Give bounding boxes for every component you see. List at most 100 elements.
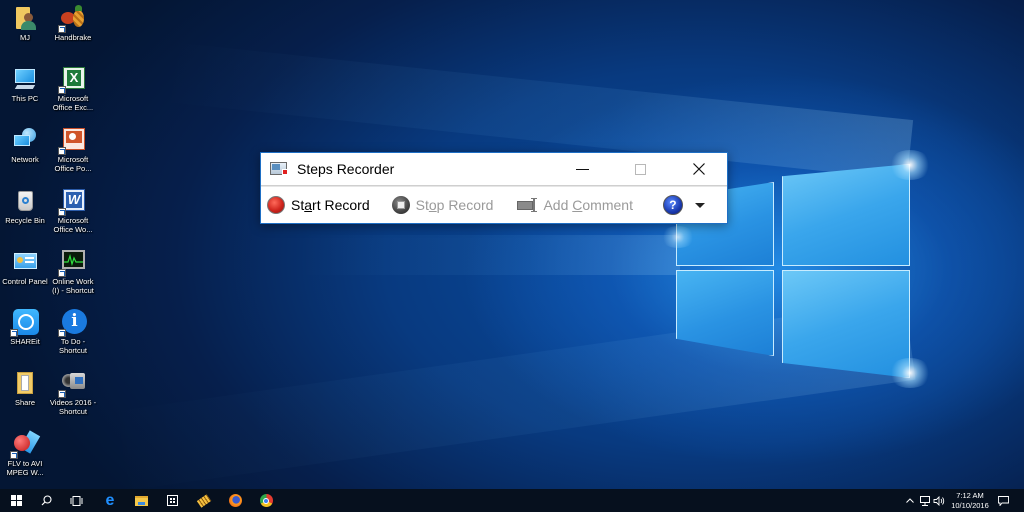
monitor-graph-icon: [58, 249, 86, 277]
excel-icon: X: [58, 66, 86, 94]
media-app-icon: [196, 493, 212, 508]
minimize-button[interactable]: [553, 153, 611, 185]
edge-button[interactable]: e: [94, 489, 126, 512]
start-record-label: Start Record: [291, 197, 370, 213]
chrome-icon: [259, 494, 273, 507]
desktop-icon-label: Share: [14, 398, 35, 407]
help-button[interactable]: ?: [662, 195, 683, 215]
record-icon: [267, 196, 285, 214]
file-explorer-button[interactable]: [125, 489, 157, 512]
clock[interactable]: 7:12 AM 10/10/2016: [946, 491, 994, 510]
title-bar[interactable]: Steps Recorder: [261, 153, 727, 186]
notifications-icon: [998, 495, 1009, 506]
desktop-icon-label: Network: [11, 155, 39, 164]
desktop-icon-share[interactable]: Share: [0, 370, 50, 408]
comment-icon: [517, 197, 539, 213]
folder-icon: [12, 370, 38, 396]
desktop-icon-label: Recycle Bin: [5, 216, 45, 225]
desktop: MJ This PC Network Recycle Bin Control P…: [0, 0, 1024, 489]
desktop-icon-label: To Do - Shortcut: [59, 337, 87, 355]
firefox-button[interactable]: [219, 489, 251, 512]
steps-recorder-window: Steps Recorder Start Record Stop Record: [260, 152, 728, 224]
desktop-icon-word[interactable]: W Microsoft Office Wo...: [48, 188, 98, 234]
steps-recorder-app-icon: [270, 161, 290, 177]
desktop-icon-powerpoint[interactable]: Microsoft Office Po...: [48, 127, 98, 173]
desktop-icon-label: MJ: [20, 33, 30, 42]
shareit-icon: [10, 309, 39, 337]
network-icon: [12, 127, 38, 153]
desktop-icon-label: This PC: [11, 94, 39, 103]
desktop-icon-label: Microsoft Office Exc...: [52, 94, 94, 112]
stop-record-label: Stop Record: [415, 197, 494, 213]
desktop-icon-label: Microsoft Office Wo...: [53, 216, 93, 234]
add-comment-button[interactable]: Add Comment: [513, 192, 637, 218]
volume-icon: [933, 495, 945, 506]
start-button[interactable]: [0, 489, 32, 512]
settings-dropdown-button[interactable]: [693, 195, 707, 215]
desktop-icon-label: Handbrake: [54, 33, 92, 42]
desktop-icon-recycle-bin[interactable]: Recycle Bin: [0, 188, 50, 226]
show-hidden-icons-button[interactable]: [906, 489, 914, 512]
add-comment-label: Add Comment: [543, 197, 633, 213]
desktop-icon-label: Online Work (I) - Shortcut: [52, 277, 94, 295]
camcorder-icon: [58, 370, 86, 398]
video-converter-icon: [10, 430, 41, 459]
logo-pane-bottom-right: [782, 270, 910, 378]
maximize-button[interactable]: [611, 153, 669, 185]
stop-icon: [391, 196, 410, 214]
window-title: Steps Recorder: [297, 161, 395, 177]
clock-date: 10/10/2016: [951, 500, 989, 510]
network-tray-button[interactable]: [919, 489, 931, 512]
desktop-icon-label: SHAREit: [10, 337, 40, 346]
desktop-icon-mj[interactable]: MJ: [0, 5, 50, 43]
desktop-icon-label: Microsoft Office Po...: [54, 155, 92, 173]
close-icon: [693, 163, 705, 175]
desktop-icon-handbrake[interactable]: Handbrake: [48, 5, 98, 43]
task-view-button[interactable]: [60, 489, 92, 512]
logo-glow: [888, 358, 932, 388]
chrome-button[interactable]: [250, 489, 282, 512]
handbrake-icon: [58, 5, 86, 33]
media-app-button[interactable]: [188, 489, 220, 512]
chevron-up-icon: [906, 498, 914, 503]
volume-tray-button[interactable]: [933, 489, 945, 512]
stop-record-button[interactable]: Stop Record: [388, 192, 498, 218]
desktop-icon-control-panel[interactable]: Control Panel: [0, 249, 50, 287]
desktop-icon-shareit[interactable]: SHAREit: [0, 309, 50, 347]
minimize-icon: [575, 168, 589, 170]
store-icon: [166, 495, 178, 506]
logo-pane-top-right: [782, 164, 910, 266]
wallpaper-beam: [300, 235, 680, 275]
clock-time: 7:12 AM: [956, 491, 984, 500]
computer-icon: [12, 66, 38, 92]
word-icon: W: [58, 188, 86, 216]
firefox-icon: [228, 494, 242, 507]
desktop-icon-label: FLV to AVI MPEG W...: [6, 459, 44, 477]
control-panel-icon: [12, 249, 38, 275]
edge-icon: e: [105, 491, 115, 509]
info-icon: i: [58, 309, 87, 337]
desktop-icon-to-do[interactable]: i To Do - Shortcut: [48, 309, 98, 355]
action-center-button[interactable]: [998, 489, 1009, 512]
desktop-icon-this-pc[interactable]: This PC: [0, 66, 50, 104]
store-button[interactable]: [156, 489, 188, 512]
search-button[interactable]: [30, 489, 62, 512]
search-icon: [41, 495, 52, 506]
desktop-icon-excel[interactable]: X Microsoft Office Exc...: [48, 66, 98, 112]
close-button[interactable]: [670, 153, 728, 185]
user-folder-icon: [12, 5, 38, 31]
recycle-bin-icon: [12, 188, 38, 214]
file-explorer-icon: [134, 495, 148, 506]
desktop-icon-online-work[interactable]: Online Work (I) - Shortcut: [48, 249, 98, 295]
logo-glow: [660, 226, 696, 248]
dropdown-arrow-icon: [694, 202, 705, 208]
help-icon: ?: [669, 198, 677, 212]
desktop-icon-label: Control Panel: [2, 277, 48, 286]
desktop-icon-videos[interactable]: Videos 2016 - Shortcut: [48, 370, 98, 416]
powerpoint-icon: [58, 127, 86, 155]
desktop-icon-flv-to-avi[interactable]: FLV to AVI MPEG W...: [0, 430, 50, 477]
network-wired-icon: [920, 495, 930, 506]
toolbar: Start Record Stop Record Add Comment ?: [261, 186, 727, 223]
start-record-button[interactable]: Start Record: [263, 192, 374, 218]
desktop-icon-network[interactable]: Network: [0, 127, 50, 165]
